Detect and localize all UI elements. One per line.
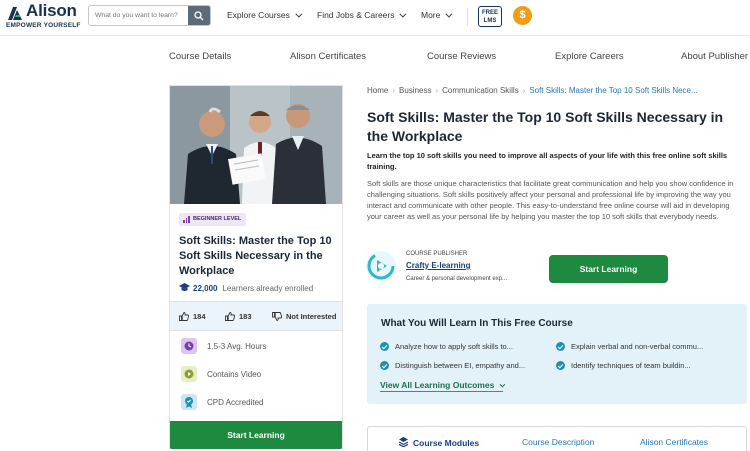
level-label: BEGINNER LEVEL [193, 216, 242, 222]
learning-outcome-text: Distinguish between EI, empathy and... [395, 361, 526, 370]
nav-explore-courses[interactable]: Explore Courses [227, 10, 303, 20]
likes-count: 184 [193, 312, 206, 321]
graduation-cap-icon [179, 283, 190, 291]
chevron-down-icon [399, 10, 407, 18]
search-button[interactable] [188, 6, 210, 25]
nav-divider [467, 8, 468, 26]
level-badge: BEGINNER LEVEL [179, 213, 247, 226]
subnav-alison-certificates[interactable]: Alison Certificates [290, 51, 366, 62]
publisher-logo[interactable] [366, 251, 396, 281]
breadcrumb-communication-skills[interactable]: Communication Skills [442, 86, 518, 95]
learning-outcome-text: Explain verbal and non-verbal commu... [571, 342, 704, 351]
breadcrumb-home[interactable]: Home [367, 86, 388, 95]
tab-course-modules[interactable]: Course Modules [399, 437, 479, 448]
breadcrumb-business[interactable]: Business [399, 86, 431, 95]
not-interested-label: Not Interested [286, 312, 337, 321]
start-learning-button[interactable]: Start Learning [549, 255, 668, 283]
thumbs-up-icon [179, 312, 189, 321]
view-all-outcomes-label: View All Learning Outcomes [380, 380, 495, 390]
crafty-logo-icon [367, 252, 395, 280]
free-lms-button[interactable]: FREE LMS [478, 6, 502, 27]
learning-outcomes-box: What You Will Learn In This Free Course … [367, 304, 747, 404]
chevron-down-icon [445, 10, 453, 18]
learning-outcomes-title: What You Will Learn In This Free Course [381, 318, 573, 329]
learning-outcome-text: Analyze how to apply soft skills to... [395, 342, 513, 351]
card-stats-bar: 184 183 Not Interested [170, 301, 342, 331]
view-all-outcomes-link[interactable]: View All Learning Outcomes [380, 380, 506, 392]
publisher-name-link[interactable]: Crafty E-learning [406, 261, 470, 270]
search-icon [194, 11, 204, 21]
course-subtitle: Learn the top 10 soft skills you need to… [367, 151, 728, 171]
chevron-down-icon [499, 381, 506, 388]
nav-find-jobs[interactable]: Find Jobs & Careers [317, 10, 407, 20]
breadcrumb-separator-icon: › [522, 86, 526, 95]
nav-more[interactable]: More [421, 10, 453, 20]
top-navbar: Alison EMPOWER YOURSELF Explore Courses … [0, 0, 750, 36]
learners-number: 22,000 [193, 284, 218, 293]
logo-tagline: EMPOWER YOURSELF [6, 22, 81, 29]
course-subnav: Course Details Alison Certificates Cours… [0, 37, 750, 72]
bars-icon [183, 216, 190, 223]
course-image [170, 86, 342, 204]
publisher-label: COURSE PUBLISHER [406, 251, 468, 257]
publisher-tagline: Career & personal development exp... [406, 276, 508, 282]
logo-name: Alison [26, 1, 77, 20]
card-course-title[interactable]: Soft Skills: Master the Top 10 Soft Skil… [179, 234, 334, 279]
tab-alison-certificates[interactable]: Alison Certificates [640, 437, 708, 447]
award-icon [181, 394, 197, 410]
check-icon [556, 361, 565, 370]
layers-icon [399, 437, 408, 447]
not-interested-button[interactable]: Not Interested [272, 312, 336, 321]
check-icon [380, 342, 389, 351]
tab-label: Course Modules [413, 438, 480, 448]
feature-label: CPD Accredited [207, 398, 264, 407]
check-icon [380, 361, 389, 370]
learners-count: 22,000 Learners already enrolled [179, 283, 313, 293]
thumbs-up-icon [225, 312, 235, 321]
shares-button[interactable]: 183 [225, 312, 252, 321]
subnav-course-details[interactable]: Course Details [169, 51, 231, 62]
subnav-explore-careers[interactable]: Explore Careers [555, 51, 624, 62]
business-people-illustration [170, 86, 342, 204]
course-tabs: Course Modules Course Description Alison… [367, 426, 747, 451]
feature-label: 1.5-3 Avg. Hours [207, 342, 267, 351]
play-icon [181, 366, 197, 382]
feature-label: Contains Video [207, 370, 262, 379]
chevron-down-icon [295, 10, 303, 18]
course-publisher: COURSE PUBLISHER Crafty E-learning Caree… [366, 250, 546, 286]
shares-count: 183 [239, 312, 252, 321]
page-title: Soft Skills: Master the Top 10 Soft Skil… [367, 109, 724, 144]
check-icon [556, 342, 565, 351]
breadcrumb: Home › Business › Communication Skills › Soft … [367, 86, 698, 95]
clock-icon [181, 338, 197, 354]
learning-outcome-text: Identify techniques of team buildin... [571, 361, 691, 370]
tab-course-description[interactable]: Course Description [522, 437, 594, 447]
search-input[interactable] [89, 6, 189, 25]
nav-label: More [421, 10, 441, 20]
subnav-course-reviews[interactable]: Course Reviews [427, 51, 496, 62]
breadcrumb-current: Soft Skills: Master the Top 10 Soft Skil… [529, 86, 698, 95]
nav-label: Find Jobs & Careers [317, 10, 395, 20]
nav-label: Explore Courses [227, 10, 290, 20]
course-card: BEGINNER LEVEL Soft Skills: Master the T… [169, 85, 343, 449]
dollar-icon[interactable]: $ [513, 6, 532, 25]
thumbs-down-icon [272, 312, 282, 321]
likes-button[interactable]: 184 [179, 312, 206, 321]
learners-text: Learners already enrolled [222, 284, 314, 293]
card-start-learning-button[interactable]: Start Learning [170, 421, 342, 449]
course-description: Soft skills are those unique characteris… [367, 179, 734, 221]
breadcrumb-separator-icon: › [435, 86, 439, 95]
breadcrumb-separator-icon: › [392, 86, 396, 95]
search-box [88, 5, 211, 26]
logo-mark-icon [8, 7, 22, 20]
subnav-about-publisher[interactable]: About Publisher [681, 51, 748, 62]
alison-logo[interactable]: Alison EMPOWER YOURSELF [6, 1, 82, 31]
